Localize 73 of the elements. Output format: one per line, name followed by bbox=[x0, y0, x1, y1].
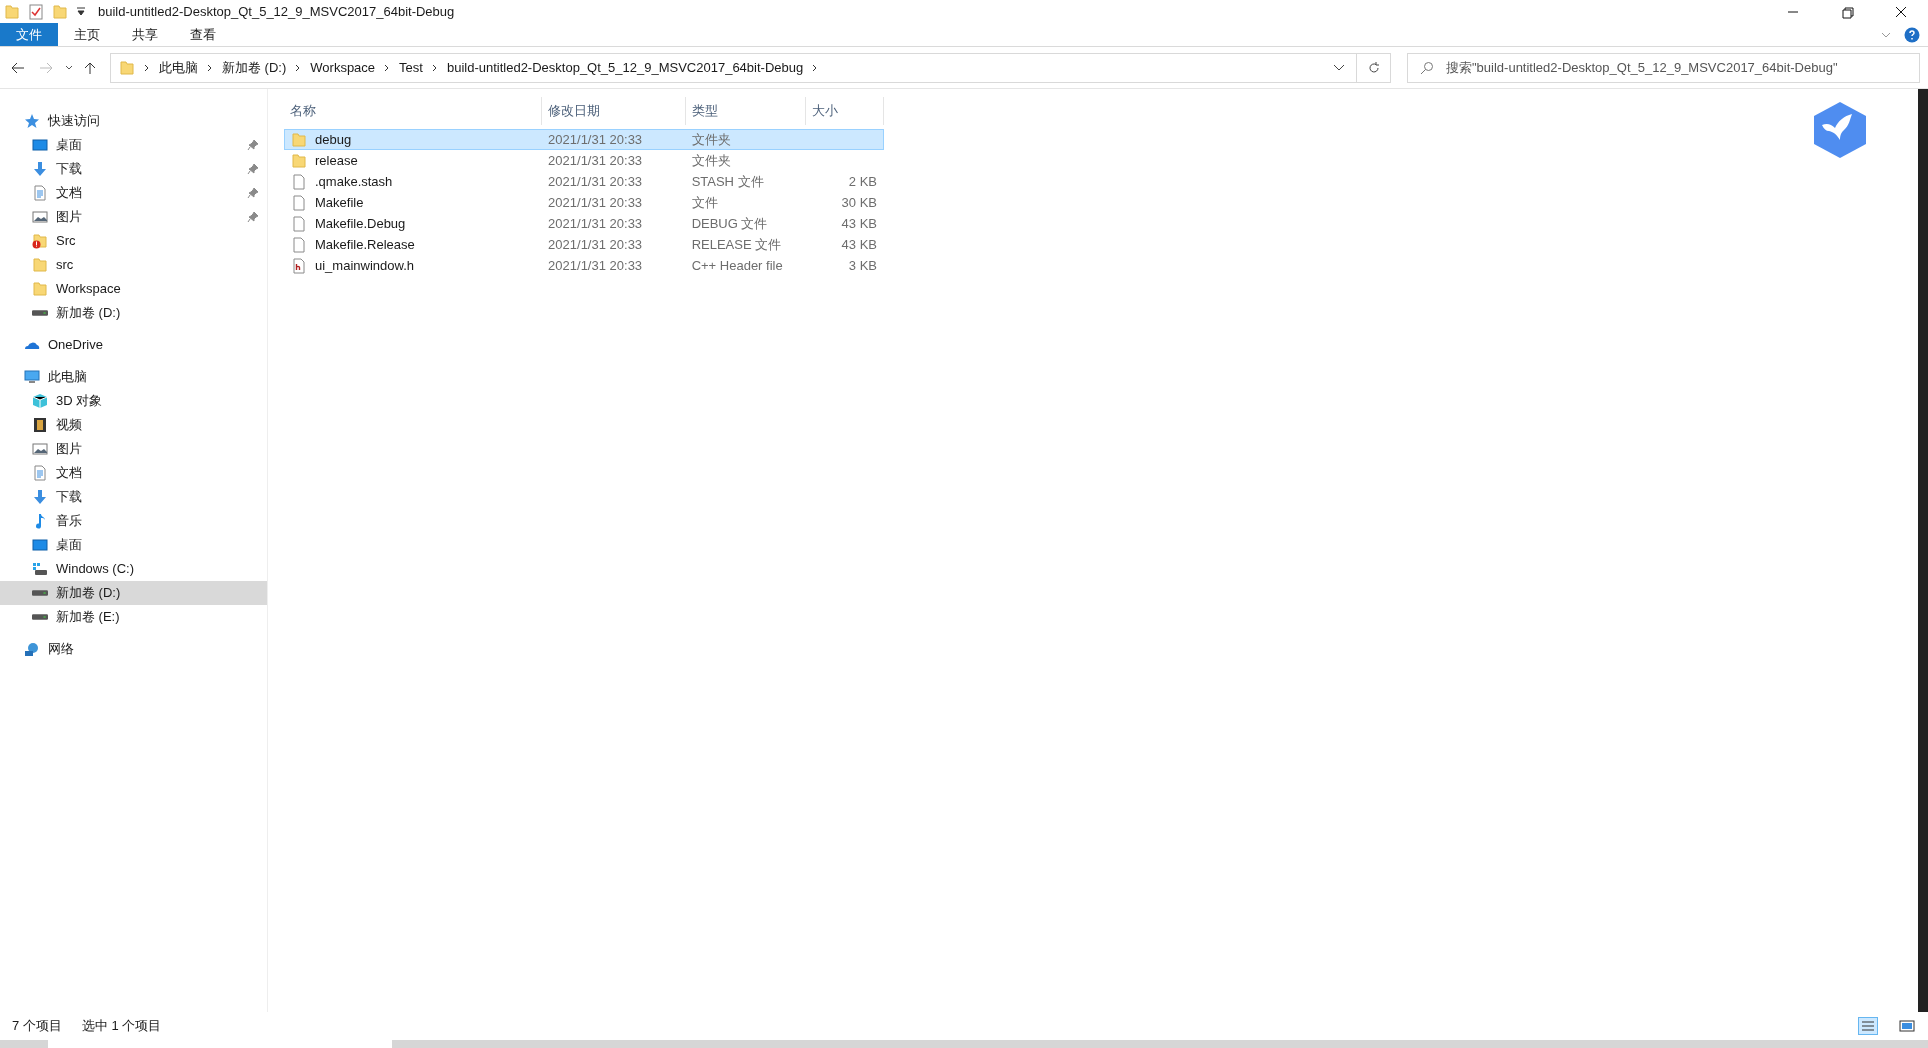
type-cell-text: STASH 文件 bbox=[690, 172, 765, 191]
file-row[interactable]: Makefile.Debug 2021/1/31 20:33 DEBUG 文件 43 KB bbox=[284, 213, 884, 234]
column-header[interactable]: 类型 bbox=[686, 97, 806, 125]
type-cell-text: C++ Header file bbox=[690, 256, 784, 275]
file-name: Makefile.Debug bbox=[315, 214, 406, 233]
column-header[interactable]: 修改日期 bbox=[542, 97, 686, 125]
sidebar-item[interactable]: 下载 bbox=[0, 485, 267, 509]
address-bar[interactable]: 此电脑 新加卷 (D:) Workspace Test build-untitled2-Desktop_Qt_5_12_9_MSVC2017_64bit-Debug bbox=[110, 52, 1391, 83]
sidebar-item[interactable]: 音乐 bbox=[0, 509, 267, 533]
sidebar-item[interactable]: 新加卷 (E:) bbox=[0, 605, 267, 629]
status-text: 选中 1 个项目 bbox=[81, 1017, 162, 1036]
sidebar-item[interactable]: Workspace bbox=[0, 277, 267, 301]
file-name: ui_mainwindow.h bbox=[315, 256, 414, 275]
file-name: Makefile bbox=[315, 193, 364, 212]
file-name: .qmake.stash bbox=[315, 172, 393, 191]
breadcrumb-item[interactable]: Workspace bbox=[310, 57, 376, 78]
sidebar-item[interactable]: OneDrive bbox=[0, 333, 267, 357]
file-row[interactable]: release 2021/1/31 20:33 文件夹 bbox=[284, 150, 884, 171]
window-title: build-untitled2-Desktop_Qt_5_12_9_MSVC2017_64bit-Debug bbox=[98, 2, 455, 21]
sidebar-item[interactable]: 新加卷 (D:) bbox=[0, 301, 267, 325]
type-cell-text: RELEASE 文件 bbox=[690, 235, 783, 254]
type-cell-text: 文件 bbox=[690, 193, 719, 212]
size-cell: 3 KB bbox=[848, 257, 877, 273]
ribbon-tab[interactable]: 主页 bbox=[58, 23, 116, 46]
size-cell: 43 KB bbox=[841, 236, 877, 252]
file-row[interactable]: Makefile 2021/1/31 20:33 文件 30 KB bbox=[284, 192, 884, 213]
size-cell: 43 KB bbox=[841, 215, 877, 231]
file-row[interactable]: .qmake.stash 2021/1/31 20:33 STASH 文件 2 KB bbox=[284, 171, 884, 192]
sidebar-item[interactable]: 桌面 bbox=[0, 533, 267, 557]
size-cell: 2 KB bbox=[848, 173, 877, 189]
sidebar-item[interactable]: 新加卷 (D:) bbox=[0, 581, 267, 605]
column-header[interactable]: 名称 bbox=[284, 97, 542, 125]
status-text: 7 个项目 bbox=[12, 1017, 62, 1036]
type-cell-text: DEBUG 文件 bbox=[690, 214, 769, 233]
sidebar-item[interactable]: Src bbox=[0, 229, 267, 253]
breadcrumb-item[interactable]: build-untitled2-Desktop_Qt_5_12_9_MSVC2017_64bit-Debug bbox=[446, 57, 804, 78]
file-name: debug bbox=[315, 130, 352, 149]
sidebar-item[interactable]: 文档 bbox=[0, 181, 267, 205]
ribbon-tab[interactable]: 文件 bbox=[0, 23, 58, 46]
date-cell-text: 2021/1/31 20:33 bbox=[547, 256, 644, 275]
sidebar-item[interactable]: Windows (C:) bbox=[0, 557, 267, 581]
breadcrumb-item[interactable]: Test bbox=[399, 57, 423, 78]
date-cell-text: 2021/1/31 20:33 bbox=[547, 193, 644, 212]
sidebar-item[interactable]: 此电脑 bbox=[0, 365, 267, 389]
ribbon-tab[interactable]: 共享 bbox=[116, 23, 174, 46]
ribbon-tab[interactable]: 查看 bbox=[174, 23, 232, 46]
date-cell-text: 2021/1/31 20:33 bbox=[547, 151, 644, 170]
sidebar-item[interactable]: 快速访问 bbox=[0, 109, 267, 133]
date-cell-text: 2021/1/31 20:33 bbox=[547, 235, 644, 254]
search-field[interactable]: 搜索"build-untitled2-Desktop_Qt_5_12_9_MSVC2017_64bit-Debug" bbox=[1407, 52, 1920, 83]
sidebar-item[interactable]: src bbox=[0, 253, 267, 277]
type-cell-text: 文件夹 bbox=[690, 130, 732, 149]
sidebar-item[interactable]: 下载 bbox=[0, 157, 267, 181]
file-row[interactable]: ui_mainwindow.h 2021/1/31 20:33 C++ Header file 3 KB bbox=[284, 255, 884, 276]
sidebar-item[interactable]: 视频 bbox=[0, 413, 267, 437]
file-row[interactable]: debug 2021/1/31 20:33 文件夹 bbox=[284, 129, 884, 150]
sidebar-item[interactable]: 图片 bbox=[0, 437, 267, 461]
date-cell-text: 2021/1/31 20:33 bbox=[547, 130, 644, 149]
sidebar-item[interactable]: 网络 bbox=[0, 637, 267, 661]
file-name: release bbox=[315, 151, 358, 170]
date-cell-text: 2021/1/31 20:33 bbox=[547, 214, 644, 233]
sidebar-item[interactable]: 图片 bbox=[0, 205, 267, 229]
sidebar-item[interactable]: 桌面 bbox=[0, 133, 267, 157]
breadcrumb-item[interactable]: 此电脑 bbox=[159, 57, 198, 78]
file-row[interactable]: Makefile.Release 2021/1/31 20:33 RELEASE 文件 43 KB bbox=[284, 234, 884, 255]
breadcrumb-item[interactable]: 新加卷 (D:) bbox=[222, 57, 287, 78]
date-cell-text: 2021/1/31 20:33 bbox=[547, 172, 644, 191]
file-name: Makefile.Release bbox=[315, 235, 415, 254]
type-cell-text: 文件夹 bbox=[690, 151, 732, 170]
column-header[interactable]: 大小 bbox=[806, 97, 884, 125]
sidebar-item[interactable]: 文档 bbox=[0, 461, 267, 485]
size-cell: 30 KB bbox=[841, 194, 877, 210]
sidebar-item[interactable]: 3D 对象 bbox=[0, 389, 267, 413]
